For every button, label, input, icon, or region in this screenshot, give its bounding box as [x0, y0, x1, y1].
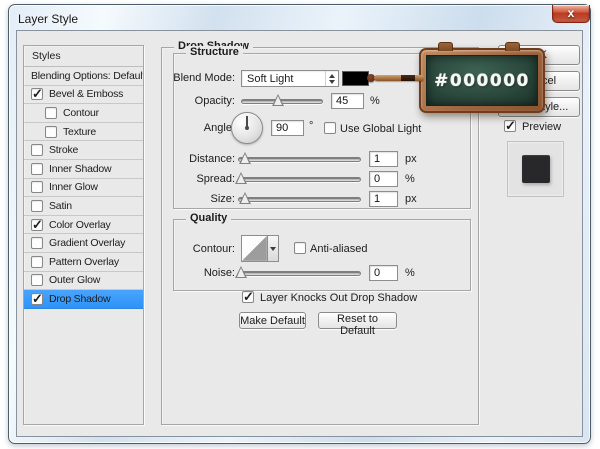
- contour-dropdown-arrow-icon[interactable]: [268, 235, 279, 262]
- knockout-label: Layer Knocks Out Drop Shadow: [260, 292, 417, 304]
- use-global-light-label: Use Global Light: [340, 123, 421, 135]
- noise-slider-thumb[interactable]: [235, 266, 247, 278]
- opacity-label: Opacity:: [117, 95, 235, 107]
- sidebar-item-color-overlay[interactable]: Color Overlay: [24, 216, 143, 235]
- size-label: Size:: [117, 193, 235, 205]
- pointer-stick: [367, 73, 424, 83]
- anti-aliased-label: Anti-aliased: [310, 243, 367, 255]
- style-checkbox[interactable]: [31, 200, 43, 212]
- quality-group: Quality: [173, 219, 471, 291]
- sidebar-item-label: Texture: [63, 126, 96, 138]
- distance-slider[interactable]: [238, 157, 361, 162]
- opacity-slider[interactable]: [241, 99, 323, 104]
- close-button[interactable]: x: [552, 5, 590, 23]
- opacity-input[interactable]: [331, 93, 364, 109]
- size-unit: px: [405, 193, 417, 205]
- noise-label: Noise:: [117, 267, 235, 279]
- sidebar-item-label: Stroke: [49, 144, 78, 156]
- noise-input[interactable]: [369, 265, 398, 281]
- style-checkbox[interactable]: [45, 107, 57, 119]
- chalkboard-tab: [505, 42, 520, 51]
- angle-input[interactable]: [271, 120, 304, 136]
- style-checkbox[interactable]: [45, 126, 57, 138]
- angle-label: Angle:: [117, 122, 235, 134]
- style-checkbox[interactable]: [31, 144, 43, 156]
- preview-swatch: [522, 155, 550, 183]
- sidebar-item-label: Satin: [49, 200, 72, 212]
- sidebar-item-label: Bevel & Emboss: [49, 88, 123, 100]
- style-checkbox[interactable]: [31, 88, 43, 100]
- style-checkbox[interactable]: [31, 237, 43, 249]
- preview-thumbnail: [507, 141, 564, 197]
- sidebar-header-styles[interactable]: Styles: [24, 46, 143, 67]
- shadow-color-swatch[interactable]: [342, 71, 369, 86]
- blend-mode-select[interactable]: Soft Light: [241, 70, 339, 87]
- preview-label: Preview: [522, 121, 561, 133]
- contour-picker[interactable]: [241, 235, 268, 262]
- angle-unit: °: [309, 120, 313, 132]
- sidebar-item-label: Gradient Overlay: [49, 237, 125, 249]
- dropdown-arrows-icon: [325, 71, 338, 86]
- sidebar-item-label: Inner Glow: [49, 181, 98, 193]
- sidebar-item-label: Contour: [63, 107, 99, 119]
- spread-slider-thumb[interactable]: [235, 172, 247, 184]
- opacity-slider-thumb[interactable]: [272, 94, 284, 106]
- hex-color-text: #000000: [434, 71, 530, 91]
- size-slider[interactable]: [238, 197, 361, 202]
- spread-unit: %: [405, 173, 415, 185]
- spread-slider[interactable]: [238, 177, 361, 182]
- style-checkbox[interactable]: [31, 256, 43, 268]
- layer-style-dialog: Layer Style x Styles Blending Options: D…: [8, 4, 591, 444]
- spread-input[interactable]: [369, 171, 398, 187]
- pointer-shaft: [374, 75, 424, 81]
- reset-default-button[interactable]: Reset to Default: [318, 312, 397, 329]
- style-checkbox[interactable]: [31, 219, 43, 231]
- quality-group-title: Quality: [186, 212, 231, 224]
- window-title: Layer Style: [18, 12, 78, 26]
- chalkboard-overlay: #000000: [419, 48, 545, 113]
- sidebar-item-label: Inner Shadow: [49, 163, 111, 175]
- size-input[interactable]: [369, 191, 398, 207]
- sidebar-item-label: Pattern Overlay: [49, 256, 119, 268]
- sidebar-item-drop-shadow[interactable]: Drop Shadow: [24, 290, 143, 309]
- spread-label: Spread:: [117, 173, 235, 185]
- chalkboard-tab: [438, 42, 453, 51]
- size-slider-thumb[interactable]: [239, 192, 251, 204]
- blend-mode-value: Soft Light: [247, 72, 293, 86]
- angle-center-dot: [245, 126, 249, 130]
- dialog-body: Styles Blending Options: DefaultBevel & …: [16, 30, 583, 437]
- distance-input[interactable]: [369, 151, 398, 167]
- noise-unit: %: [405, 267, 415, 279]
- sidebar-item-label: Drop Shadow: [49, 293, 110, 305]
- distance-label: Distance:: [117, 153, 235, 165]
- structure-group-title: Structure: [186, 46, 243, 58]
- distance-unit: px: [405, 153, 417, 165]
- anti-aliased-checkbox[interactable]: [294, 242, 306, 254]
- preview-checkbox[interactable]: [504, 120, 516, 132]
- knockout-checkbox[interactable]: [242, 291, 254, 303]
- make-default-button[interactable]: Make Default: [239, 312, 306, 329]
- use-global-light-checkbox[interactable]: [324, 122, 336, 134]
- sidebar-item-label: Color Overlay: [49, 219, 111, 231]
- angle-dial[interactable]: [231, 112, 263, 144]
- pointer-grip: [401, 75, 415, 81]
- chalkboard-surface: #000000: [426, 55, 538, 106]
- style-checkbox[interactable]: [31, 274, 43, 286]
- style-checkbox[interactable]: [31, 163, 43, 175]
- style-checkbox[interactable]: [31, 181, 43, 193]
- sidebar-item-label: Outer Glow: [49, 274, 100, 286]
- noise-slider[interactable]: [238, 271, 361, 276]
- opacity-unit: %: [370, 95, 380, 107]
- distance-slider-thumb[interactable]: [239, 152, 251, 164]
- blend-mode-label: Blend Mode:: [117, 72, 235, 84]
- style-checkbox[interactable]: [31, 293, 43, 305]
- close-icon: x: [568, 6, 575, 20]
- contour-label: Contour:: [117, 243, 235, 255]
